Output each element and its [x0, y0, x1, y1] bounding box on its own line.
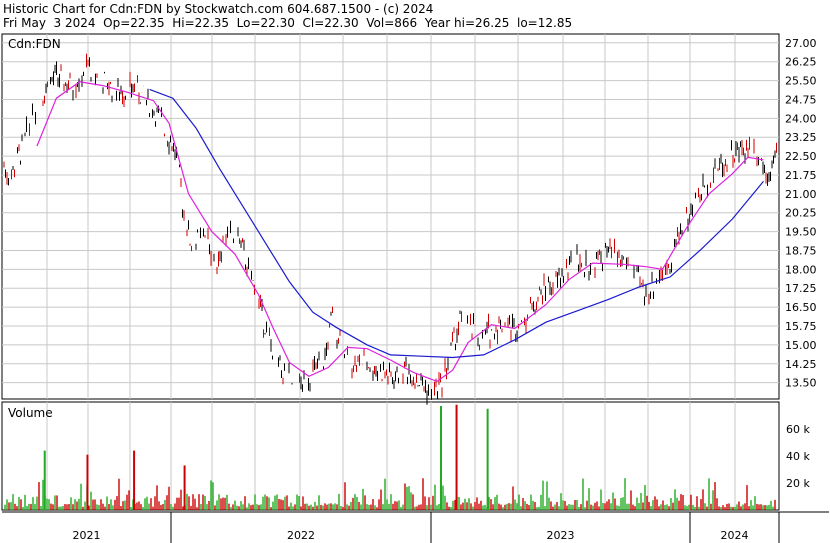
- price-tick-label: 24.00: [785, 112, 817, 125]
- symbol-label: Cdn:FDN: [8, 37, 61, 51]
- price-tick-label: 24.75: [785, 93, 817, 106]
- year-label: 2023: [547, 529, 575, 542]
- volume-tick-label: 20 k: [786, 477, 810, 490]
- price-tick-label: 17.25: [785, 282, 817, 295]
- price-tick-label: 15.00: [785, 339, 817, 352]
- price-tick-label: 21.75: [785, 169, 817, 182]
- stock-chart: 27.00 26.25 25.50 24.75 24.00 23.25 22.50 21.75…: [1, 33, 829, 543]
- volume-title: Volume: [8, 406, 53, 420]
- volume-tick-label: 60 k: [786, 423, 810, 436]
- price-tick-label: 20.25: [785, 207, 817, 220]
- price-tick-label: 25.50: [785, 75, 817, 88]
- price-tick-label: 27.00: [785, 37, 817, 50]
- price-tick-label: 18.00: [785, 263, 817, 276]
- price-tick-label: 19.50: [785, 226, 817, 239]
- price-tick-label: 22.50: [785, 150, 817, 163]
- price-tick-label: 13.50: [785, 377, 817, 390]
- year-label: 2022: [287, 529, 315, 542]
- year-label: 2024: [721, 529, 749, 542]
- price-panel-frame: [1, 33, 780, 400]
- price-tick-label: 15.75: [785, 320, 817, 333]
- price-tick-label: 16.50: [785, 301, 817, 314]
- price-tick-label: 14.25: [785, 358, 817, 371]
- price-tick-label: 26.25: [785, 56, 817, 69]
- price-tick-label: 23.25: [785, 131, 817, 144]
- price-tick-label: 21.00: [785, 188, 817, 201]
- long-moving-average-line: [149, 88, 764, 359]
- year-label: 2021: [73, 529, 101, 542]
- volume-tick-label: 40 k: [786, 450, 810, 463]
- price-tick-label: 18.75: [785, 244, 817, 257]
